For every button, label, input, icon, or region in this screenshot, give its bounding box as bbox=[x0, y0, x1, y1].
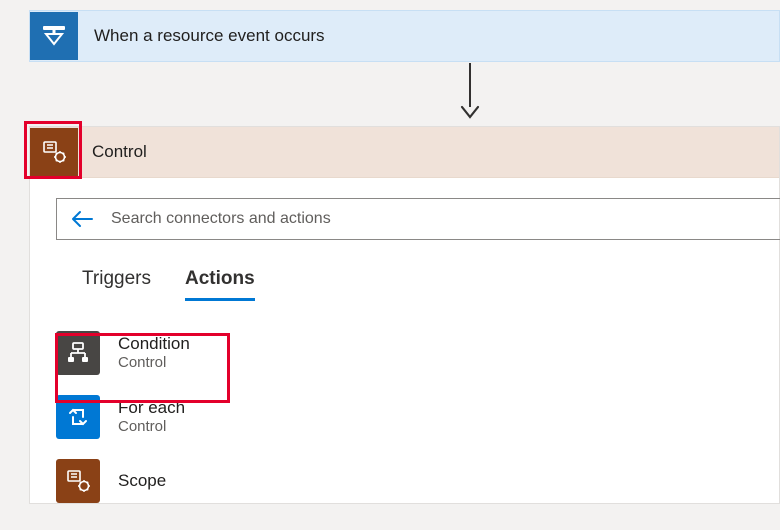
tab-triggers[interactable]: Triggers bbox=[82, 268, 151, 301]
control-icon bbox=[30, 128, 78, 176]
condition-icon bbox=[56, 331, 100, 375]
action-scope[interactable]: Scope bbox=[56, 459, 516, 503]
action-sub: Control bbox=[118, 418, 185, 437]
trigger-title: When a resource event occurs bbox=[94, 26, 325, 46]
flow-arrow bbox=[460, 63, 480, 119]
foreach-icon bbox=[56, 395, 100, 439]
search-input[interactable] bbox=[109, 209, 768, 229]
action-foreach[interactable]: For each Control bbox=[56, 395, 516, 439]
trigger-row[interactable]: When a resource event occurs bbox=[29, 10, 780, 62]
action-name: For each bbox=[118, 397, 185, 418]
search-box[interactable] bbox=[56, 198, 780, 240]
eventgrid-icon bbox=[30, 12, 78, 60]
action-name: Condition bbox=[118, 333, 190, 354]
action-name: Scope bbox=[118, 470, 166, 491]
action-sub: Control bbox=[118, 354, 190, 373]
tab-actions[interactable]: Actions bbox=[185, 268, 255, 301]
scope-icon bbox=[56, 459, 100, 503]
control-header[interactable]: Control bbox=[30, 127, 779, 178]
control-title: Control bbox=[92, 142, 147, 162]
control-panel: Control Triggers Actions bbox=[29, 126, 780, 504]
action-condition[interactable]: Condition Control bbox=[56, 331, 516, 375]
back-arrow-icon[interactable] bbox=[71, 210, 93, 228]
tabs: Triggers Actions bbox=[82, 268, 779, 301]
action-list: Condition Control For each bbox=[56, 331, 779, 503]
